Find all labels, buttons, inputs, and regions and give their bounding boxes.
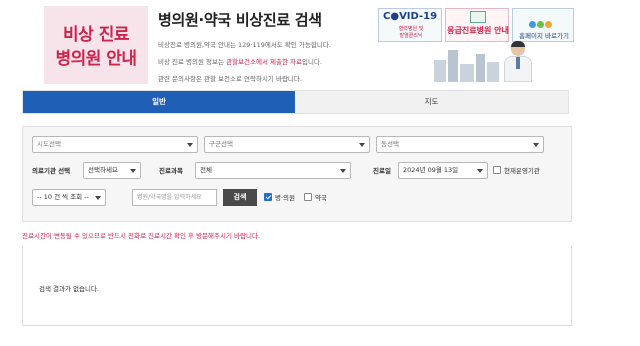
department-label: 진료과목 [159, 167, 183, 175]
promo-area: C●VID-19 협력병원 및 발열클리닉 응급진료병원 안내 홈페이지 바로가… [378, 6, 574, 82]
hospital-checkbox[interactable] [264, 193, 272, 201]
info-line-2-highlight: 관할보건소에서 제출한 자료 [226, 58, 302, 66]
info-line-2: 비상 진료 병의원 정보는 관할보건소에서 제출한 자료입니다. [158, 56, 322, 66]
page-size-select-value: -- 10 건 씩 조회 -- [37, 193, 89, 201]
sido-select-value: 시도선택 [37, 140, 61, 148]
notice-text: 진료시간이 변동될 수 있으므로 반드시 전화로 진료시간 확인 후 방문해주시… [22, 232, 261, 240]
covid-subtitle: 협력병원 및 발열클리닉 [398, 26, 424, 39]
emergency-hospital-banner[interactable]: 응급진료병원 안내 [445, 8, 509, 42]
chevron-down-icon [187, 143, 193, 147]
info-line-2-before: 비상 진료 병의원 정보는 [158, 58, 227, 66]
view-tabs: 일반 지도 [22, 90, 569, 114]
homepage-label: 홈페이지 바로가기 [519, 32, 569, 40]
department-select-value: 전체 [200, 166, 212, 174]
date-label: 진료일 [373, 167, 391, 175]
institution-select-value: 선택하세요 [88, 166, 118, 174]
doctor-illustration [498, 40, 538, 82]
sido-select[interactable]: 시도선택 [32, 136, 198, 153]
dong-select[interactable]: 동선택 [376, 136, 544, 153]
hospital-checkbox-label: 병·의원 [275, 194, 296, 202]
tab-map[interactable]: 지도 [295, 91, 568, 113]
homepage-banner[interactable]: 홈페이지 바로가기 [512, 8, 574, 42]
info-line-2-after: 입니다. [301, 58, 322, 66]
keyword-input[interactable]: 병원/약국명을 입력하세요 [132, 189, 217, 206]
page-size-select[interactable]: -- 10 건 씩 조회 -- [32, 189, 106, 206]
operating-now-checkbox[interactable] [493, 166, 501, 174]
pharmacy-checkbox[interactable] [304, 193, 312, 201]
covid-banner[interactable]: C●VID-19 협력병원 및 발열클리닉 [378, 8, 442, 42]
tab-general[interactable]: 일반 [23, 91, 295, 113]
info-line-3: 관련 문의사항은 관할 보건소로 연락하시기 바랍니다. [158, 75, 302, 83]
info-line-1: 비상진료 병의원,약국 안내는 129·119에서도 확인 가능합니다. [158, 41, 331, 49]
results-panel: 검색 결과가 없습니다. [22, 246, 572, 326]
page-title: 병의원·약국 비상진료 검색 [158, 11, 322, 29]
department-select[interactable]: 전체 [195, 162, 351, 179]
date-select[interactable]: 2024년 09월 13일 [398, 162, 488, 179]
institution-label: 의료기관 선택 [32, 167, 71, 175]
empty-results-message: 검색 결과가 없습니다. [39, 285, 100, 293]
chevron-down-icon [340, 169, 346, 173]
emergency-hospital-label: 응급진료병원 안내 [447, 26, 509, 35]
gugun-select-value: 구군선택 [209, 140, 233, 148]
operating-now-label: 현재운영기관 [504, 167, 540, 175]
brand-logo[interactable]: 비상 진료 병의원 안내 [44, 6, 148, 84]
search-button[interactable]: 검색 [223, 189, 257, 206]
dong-select-value: 동선택 [381, 140, 399, 148]
chevron-down-icon [533, 143, 539, 147]
search-panel: 시도선택 구군선택 동선택 의료기관 선택 선택하세요 진료과목 전체 진료일 … [22, 126, 572, 222]
chevron-down-icon [130, 169, 136, 173]
hospital-building-icon [470, 11, 486, 23]
covid-title: C●VID-19 [383, 11, 438, 22]
header: 비상 진료 병의원 안내 병의원·약국 비상진료 검색 비상진료 병의원,약국 … [0, 0, 640, 88]
chevron-down-icon [477, 169, 483, 173]
brand-line-1: 비상 진료 [63, 25, 129, 45]
chevron-down-icon [95, 196, 101, 200]
gugun-select[interactable]: 구군선택 [204, 136, 370, 153]
brand-line-2: 병의원 안내 [55, 49, 137, 69]
institution-select[interactable]: 선택하세요 [83, 162, 141, 179]
pharmacy-checkbox-label: 약국 [315, 194, 327, 202]
chevron-down-icon [359, 143, 365, 147]
homepage-logo-icon [529, 13, 559, 28]
date-select-value: 2024년 09월 13일 [403, 166, 459, 174]
